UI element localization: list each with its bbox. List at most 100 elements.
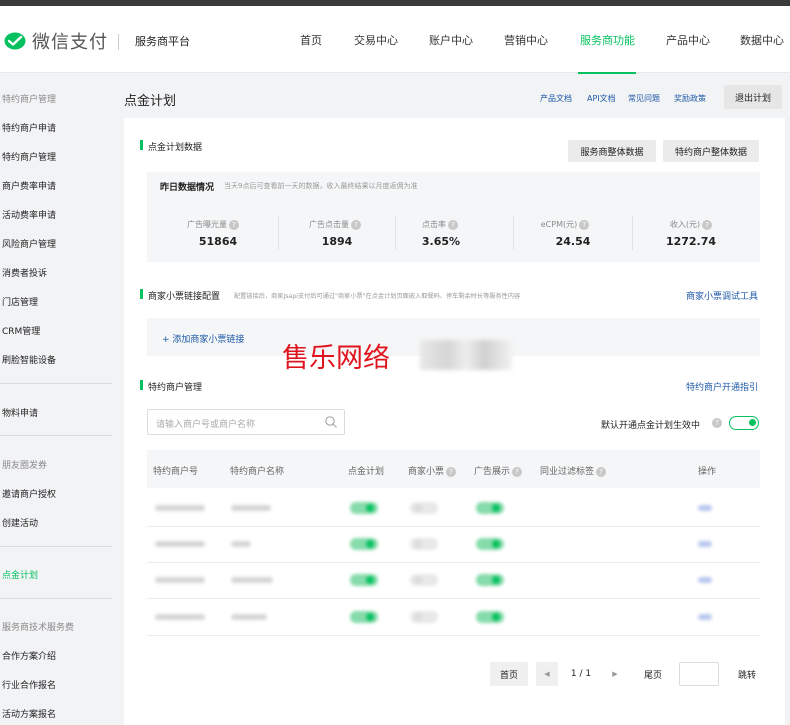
link-product-docs[interactable]: 产品文档 [540,93,572,104]
receipt-switch[interactable] [410,611,438,623]
merchant-data-button[interactable]: 特约商户整体数据 [663,140,759,162]
nav-products[interactable]: 产品中心 [666,32,710,48]
sidebar-group-merchant: 特约商户管理 [2,95,57,105]
platform-name: 服务商平台 [135,35,190,48]
default-open-toggle[interactable] [729,416,759,430]
sidebar-item-invite[interactable]: 邀请商户授权 [2,487,56,500]
page-first-button[interactable]: 首页 [490,662,528,686]
help-icon[interactable]: ? [446,466,457,477]
merchant-guide-link[interactable]: 特约商户开通指引 [686,380,758,393]
sidebar-item-activity-signup[interactable]: 活动方案报名 [2,707,56,720]
stat-label-text: 广告点击量 [309,220,349,229]
sidebar-item-cooperation[interactable]: 合作方案介绍 [2,649,56,662]
page-last-button[interactable]: 尾页 [634,662,672,686]
ads-switch[interactable] [476,538,504,550]
sidebar-item-merchant-manage[interactable]: 特约商户管理 [2,150,56,163]
stat-label-text: 广告曝光量 [187,220,227,229]
help-icon[interactable]: ? [702,219,713,230]
stat-label-ecpm: eCPM(元)? [510,219,620,230]
switch-knob [492,613,500,621]
row-action-link[interactable] [698,541,712,547]
merchant-search-input[interactable]: 请输入商户号或商户名称 [147,409,345,435]
merchant-id-redacted [155,505,205,511]
help-icon[interactable]: ? [712,418,722,428]
link-reward-policy[interactable]: 奖励政策 [674,93,706,104]
nav-marketing[interactable]: 营销中心 [504,32,548,48]
stat-divider [632,216,633,250]
col-merchant-id: 特约商户号 [153,467,199,477]
sidebar-item-gold-plan[interactable]: 点金计划 [2,568,38,581]
section-marker [140,289,143,299]
merchant-id-redacted [155,614,205,620]
link-faq[interactable]: 常见问题 [628,93,660,104]
sidebar-item-activity-fee[interactable]: 活动费率申请 [2,208,56,221]
gold-plan-switch[interactable] [350,538,378,550]
row-action-link[interactable] [698,505,712,511]
ads-switch[interactable] [476,502,504,514]
sidebar-divider [0,598,112,599]
add-receipt-link[interactable]: + 添加商家小票链接 [162,332,244,345]
sidebar-item-materials[interactable]: 物料申请 [2,406,38,419]
page-prev-button[interactable]: ◀ [536,662,558,686]
col-gold-plan: 点金计划 [348,467,385,477]
provider-data-button[interactable]: 服务商整体数据 [568,140,656,162]
page-next-button[interactable]: ▶ [604,662,626,686]
col-merchant-name: 特约商户名称 [230,467,285,477]
ads-switch[interactable] [476,574,504,586]
page-title: 点金计划 [124,94,177,109]
switch-knob [492,504,500,512]
page-jump-input[interactable] [679,662,719,686]
stat-label-ctr: 点击率? [385,219,495,230]
sidebar-item-fee-apply[interactable]: 商户费率申请 [2,179,56,192]
sidebar-item-merchant-apply[interactable]: 特约商户申请 [2,121,56,134]
search-icon[interactable] [324,415,338,429]
nav-account[interactable]: 账户中心 [429,32,473,48]
col-receipt: 商家小票? [408,464,457,477]
receipt-switch[interactable] [410,538,438,550]
sidebar-divider [0,435,112,436]
help-icon[interactable]: ? [351,219,361,230]
gold-plan-switch[interactable] [350,574,378,586]
receipt-switch[interactable] [410,502,438,514]
switch-knob [492,576,500,584]
nav-provider-functions[interactable]: 服务商功能 [580,32,635,48]
switch-knob [414,576,422,584]
stat-divider [278,216,279,250]
sidebar-item-create-activity[interactable]: 创建活动 [2,516,38,529]
logo-divider [118,34,119,50]
wechat-pay-logo[interactable]: 微信支付 [4,28,108,54]
switch-knob [366,504,374,512]
nav-data[interactable]: 数据中心 [740,32,784,48]
col-receipt-label: 商家小票 [408,467,445,477]
section-marker [140,380,143,390]
link-api-docs[interactable]: API文档 [587,93,616,104]
sidebar-divider [0,546,112,547]
stat-label-text: eCPM(元) [540,220,578,229]
sidebar-item-complaints[interactable]: 消费者投诉 [2,266,47,279]
help-icon[interactable]: ? [229,219,239,230]
help-icon[interactable]: ? [448,219,458,230]
row-action-link[interactable] [698,614,712,620]
sidebar-item-crm[interactable]: CRM管理 [2,324,40,337]
exit-plan-button[interactable]: 退出计划 [724,85,782,109]
switch-knob [414,613,422,621]
page-jump-button[interactable]: 跳转 [730,662,764,686]
col-actions: 操作 [698,467,717,477]
help-icon[interactable]: ? [596,466,607,477]
toggle-knob [749,419,756,426]
sidebar-item-stores[interactable]: 门店管理 [2,295,38,308]
ads-switch[interactable] [476,611,504,623]
sidebar-item-face-device[interactable]: 刷脸智能设备 [2,353,56,366]
gold-plan-switch[interactable] [350,611,378,623]
gold-plan-switch[interactable] [350,502,378,514]
receipt-debug-tool-link[interactable]: 商家小票调试工具 [686,289,758,302]
receipt-switch[interactable] [410,574,438,586]
sidebar-item-industry[interactable]: 行业合作报名 [2,678,56,691]
help-icon[interactable]: ? [512,466,523,477]
nav-home[interactable]: 首页 [300,32,322,48]
row-action-link[interactable] [698,577,712,583]
nav-trade[interactable]: 交易中心 [354,32,398,48]
help-icon[interactable]: ? [579,219,590,230]
sidebar-item-risk[interactable]: 风险商户管理 [2,237,56,250]
sidebar-divider [0,383,112,384]
